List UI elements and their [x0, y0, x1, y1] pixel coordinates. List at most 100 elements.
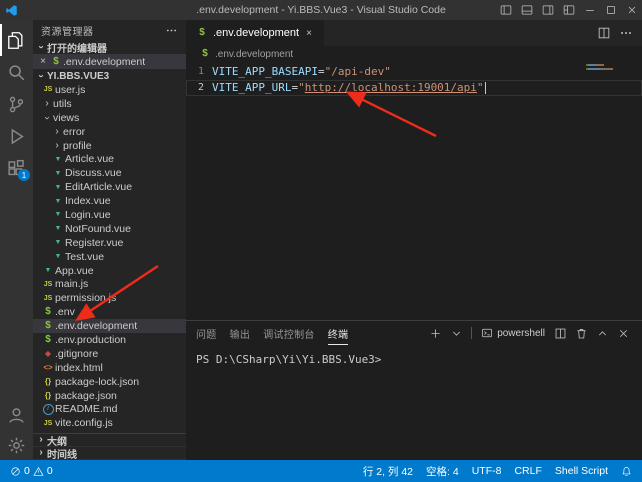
code-token: VITE_APP_BASEAPI: [212, 64, 318, 80]
file-item[interactable]: Index.vue: [33, 194, 186, 208]
folder-item[interactable]: views: [33, 111, 186, 125]
code-line: 2VITE_APP_URL="http://localhost:19001/ap…: [186, 80, 642, 96]
file-name: NotFound.vue: [65, 223, 131, 235]
open-editors-header[interactable]: 打开的编辑器: [33, 40, 186, 54]
file-item[interactable]: Article.vue: [33, 152, 186, 166]
problems-status[interactable]: 0 0: [10, 465, 53, 477]
language-mode-status[interactable]: Shell Script: [555, 465, 608, 477]
activity-accounts[interactable]: [0, 400, 33, 430]
customize-layout-icon[interactable]: [558, 0, 579, 20]
file-item[interactable]: .gitignore: [33, 347, 186, 361]
chevron-right-icon: [41, 99, 53, 109]
more-actions-icon[interactable]: [165, 24, 178, 37]
folder-item[interactable]: profile: [33, 139, 186, 153]
json-icon: [41, 378, 55, 386]
chevron-right-icon: [35, 435, 47, 445]
open-editor-item[interactable]: .env.development: [33, 54, 186, 69]
file-item[interactable]: Discuss.vue: [33, 166, 186, 180]
close-button[interactable]: [621, 0, 642, 20]
file-item[interactable]: vite.config.js: [33, 416, 186, 430]
breadcrumb-item: .env.development: [215, 49, 293, 60]
file-name: README.md: [55, 403, 117, 415]
toggle-panel-icon[interactable]: [516, 0, 537, 20]
timeline-section-header[interactable]: 时间线: [33, 447, 186, 460]
file-item[interactable]: user.js: [33, 83, 186, 97]
editor-actions: [594, 20, 642, 46]
close-panel-icon[interactable]: [614, 324, 632, 342]
file-item[interactable]: main.js: [33, 277, 186, 291]
file-item[interactable]: .env.production: [33, 333, 186, 347]
panel-tab-3[interactable]: 调试控制台: [263, 321, 315, 345]
minimap[interactable]: [586, 64, 616, 72]
activity-source-control[interactable]: [0, 88, 33, 120]
file-item[interactable]: App.vue: [33, 264, 186, 278]
activity-explorer[interactable]: [0, 24, 33, 56]
vue-icon: [51, 239, 65, 246]
activity-settings[interactable]: [0, 430, 33, 460]
chevron-down-icon[interactable]: [447, 324, 465, 342]
toggle-sidebar-icon[interactable]: [495, 0, 516, 20]
panel-tab-1[interactable]: 问题: [196, 321, 217, 345]
file-name: index.html: [55, 362, 103, 374]
file-item[interactable]: EditArticle.vue: [33, 180, 186, 194]
split-editor-icon[interactable]: [594, 23, 614, 43]
notifications-bell[interactable]: [621, 466, 632, 477]
open-editor-name: .env.development: [63, 56, 145, 68]
file-item[interactable]: README.md: [33, 402, 186, 416]
indentation-status[interactable]: 空格: 4: [426, 464, 459, 479]
split-terminal-icon[interactable]: [551, 324, 569, 342]
kill-terminal-icon[interactable]: [572, 324, 590, 342]
project-section-header[interactable]: YI.BBS.VUE3: [33, 69, 186, 83]
file-item[interactable]: Register.vue: [33, 236, 186, 250]
shell-icon: [41, 321, 55, 331]
close-tab-icon[interactable]: [303, 28, 315, 39]
activity-search[interactable]: [0, 56, 33, 88]
file-name: package.json: [55, 390, 117, 402]
breadcrumb[interactable]: .env.development: [186, 46, 642, 62]
file-item[interactable]: permission.js: [33, 291, 186, 305]
terminal-prompt: PS D:\CSharp\Yi\Yi.BBS.Vue3>: [196, 353, 381, 366]
explorer-icon: [7, 31, 26, 50]
html-icon: [41, 364, 55, 372]
extensions-badge: 1: [18, 169, 30, 181]
open-editors-label: 打开的编辑器: [47, 40, 107, 55]
encoding-status[interactable]: UTF-8: [472, 465, 502, 477]
terminal-icon: [481, 327, 493, 339]
new-terminal-icon[interactable]: [426, 324, 444, 342]
shell-icon: [49, 57, 63, 67]
maximize-button[interactable]: [600, 0, 621, 20]
file-name: Discuss.vue: [65, 167, 122, 179]
file-item[interactable]: Login.vue: [33, 208, 186, 222]
folder-item[interactable]: utils: [33, 97, 186, 111]
panel-tab-4[interactable]: 终端: [328, 321, 349, 345]
file-item[interactable]: Test.vue: [33, 250, 186, 264]
vscode-logo: [0, 4, 22, 17]
minimize-button[interactable]: [579, 0, 600, 20]
code-token: ": [298, 80, 305, 96]
activity-extensions[interactable]: 1: [0, 152, 33, 184]
code-token: VITE_APP_URL: [212, 80, 291, 96]
close-icon[interactable]: [37, 56, 49, 67]
toggle-secondary-sidebar-icon[interactable]: [537, 0, 558, 20]
panel-tab-2[interactable]: 输出: [230, 321, 251, 345]
more-actions-icon[interactable]: [616, 23, 636, 43]
file-item[interactable]: index.html: [33, 361, 186, 375]
cursor-position-status[interactable]: 行 2, 列 42: [363, 464, 413, 479]
file-item[interactable]: package-lock.json: [33, 375, 186, 389]
file-item[interactable]: .env: [33, 305, 186, 319]
folder-item[interactable]: error: [33, 125, 186, 139]
warning-icon: [33, 466, 44, 477]
file-item[interactable]: package.json: [33, 389, 186, 403]
file-item[interactable]: NotFound.vue: [33, 222, 186, 236]
eol-status[interactable]: CRLF: [514, 465, 541, 477]
terminal-output[interactable]: PS D:\CSharp\Yi\Yi.BBS.Vue3>: [186, 345, 642, 460]
file-item[interactable]: .env.development: [33, 319, 186, 333]
activity-run-debug[interactable]: [0, 120, 33, 152]
code-editor[interactable]: 1VITE_APP_BASEAPI="/api-dev"2VITE_APP_UR…: [186, 62, 642, 320]
vue-icon: [51, 211, 65, 218]
chevron-right-icon: [51, 127, 63, 137]
terminal-instance-powershell[interactable]: powershell: [478, 327, 548, 339]
minimap-line-mark: [586, 64, 604, 66]
tab-env-development[interactable]: .env.development: [186, 20, 324, 46]
maximize-panel-icon[interactable]: [593, 324, 611, 342]
